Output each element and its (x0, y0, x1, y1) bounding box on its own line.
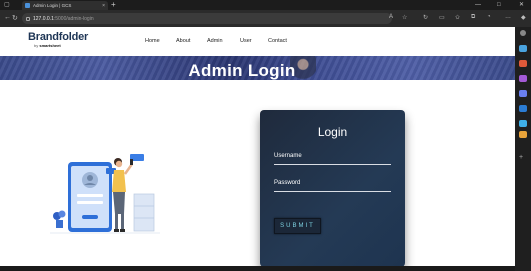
tab-close-icon[interactable]: × (102, 3, 105, 9)
copilot-icon[interactable]: ◆ (521, 14, 526, 21)
refresh-icon[interactable]: ↻ (12, 14, 18, 22)
bag-icon[interactable] (519, 45, 527, 52)
browser-sidebar: + (515, 27, 531, 271)
send-icon[interactable] (519, 120, 527, 127)
brand-logo[interactable]: Brandfolder by smartsheet (28, 32, 88, 48)
nav-about[interactable]: About (176, 38, 190, 44)
site-header: Brandfolder by smartsheet Home About Adm… (0, 27, 515, 56)
nav-admin[interactable]: Admin (207, 38, 223, 44)
split-screen-icon[interactable]: ▭ (439, 14, 445, 21)
password-field[interactable]: Password (274, 180, 391, 192)
url-host: 127.0.0.1 (33, 15, 54, 22)
address-bar-row: ← ↻ 127.0.0.1 :5000/admin-login A ☆ ↻ ▭ … (0, 10, 531, 27)
close-window-button[interactable]: ✕ (519, 0, 524, 10)
refresh-page-icon[interactable]: ↻ (423, 14, 428, 21)
add-icon[interactable]: + (519, 154, 527, 161)
nav-contact[interactable]: Contact (268, 38, 287, 44)
login-illustration (50, 154, 160, 234)
password-input[interactable] (274, 191, 391, 192)
collections-icon[interactable]: ⧉ (471, 14, 475, 21)
nav-user[interactable]: User (240, 38, 252, 44)
login-title: Login (317, 125, 348, 139)
browser-tab-strip: ▢ Admin Login | GCS × + — □ ✕ (0, 0, 531, 10)
username-input[interactable] (274, 164, 391, 165)
office-icon[interactable] (519, 131, 527, 138)
username-field[interactable]: Username (274, 153, 391, 165)
read-aloud-icon[interactable]: A (389, 14, 393, 20)
person-icon[interactable] (519, 75, 527, 82)
browser-tab[interactable]: Admin Login | GCS × (22, 1, 108, 10)
page-title: Admin Login (188, 61, 296, 80)
window-menu-icon[interactable]: ▢ (4, 0, 10, 10)
outlook-icon[interactable] (519, 105, 527, 112)
url-path: :5000/admin-login (53, 15, 94, 22)
tab-title: Admin Login | GCS (33, 3, 72, 8)
tools-icon[interactable] (519, 60, 527, 67)
login-card: Login Username Password SUBMIT (260, 110, 405, 267)
site-info-icon[interactable] (26, 16, 30, 21)
more-menu-icon[interactable]: … (505, 14, 511, 20)
logo-company: smartsheet (39, 43, 61, 48)
favorite-star-icon[interactable]: ☆ (402, 14, 407, 21)
url-field[interactable]: 127.0.0.1 :5000/admin-login (22, 13, 392, 24)
logo-byline: by smartsheet (34, 44, 88, 48)
taskbar-edge (0, 266, 515, 271)
logo-wordmark: Brandfolder (28, 31, 89, 43)
favorites-icon[interactable]: ✩ (455, 14, 460, 21)
tab-favicon-icon (25, 3, 30, 8)
username-label: Username (274, 153, 302, 159)
logo-by: by (34, 43, 39, 48)
new-tab-button[interactable]: + (111, 0, 116, 10)
profile-icon[interactable]: ◔ (487, 14, 491, 20)
minimize-button[interactable]: — (475, 0, 481, 10)
web-page: Brandfolder by smartsheet Home About Adm… (0, 27, 515, 271)
password-label: Password (274, 180, 301, 186)
maximize-button[interactable]: □ (497, 0, 501, 10)
back-icon[interactable]: ← (4, 14, 11, 21)
page-banner: Admin Login (0, 56, 515, 80)
submit-button[interactable]: SUBMIT (274, 218, 321, 234)
nav-home[interactable]: Home (145, 38, 160, 44)
search-icon[interactable] (520, 30, 526, 36)
copilot-sidebar-icon[interactable] (519, 90, 527, 97)
